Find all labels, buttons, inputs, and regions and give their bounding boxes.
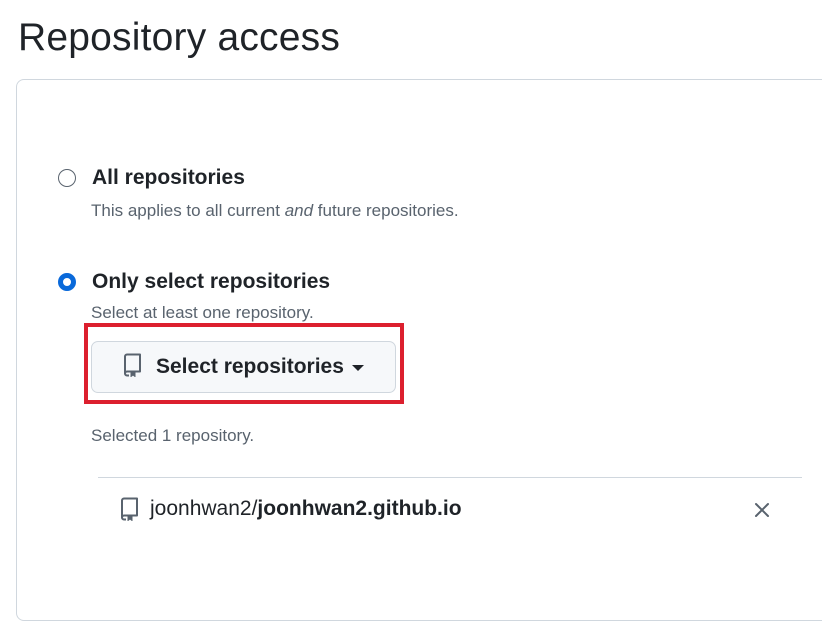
repo-name: joonhwan2.github.io — [257, 497, 462, 520]
description-emphasis: and — [284, 201, 314, 220]
repo-icon — [119, 497, 139, 526]
option-only-select-repositories[interactable]: Only select repositories — [58, 270, 330, 294]
list-item: joonhwan2/joonhwan2.github.io — [98, 478, 802, 542]
description-suffix: future repositories. — [313, 201, 459, 220]
selected-count: Selected 1 repository. — [91, 426, 255, 445]
select-repositories-button[interactable]: Select repositories — [91, 341, 396, 393]
radio-only-select-repositories[interactable] — [58, 273, 76, 291]
option-only-select-repositories-label[interactable]: Only select repositories — [92, 270, 330, 294]
repo-owner: joonhwan2/ — [150, 497, 258, 520]
description-prefix: This applies to all current — [91, 201, 285, 220]
caret-down-icon — [351, 365, 364, 371]
close-icon — [755, 503, 769, 517]
option-all-repositories-description: This applies to all current and future r… — [91, 201, 459, 221]
repo-icon — [122, 353, 142, 382]
repo-full-name: joonhwan2/joonhwan2.github.io — [150, 497, 462, 521]
option-only-select-repositories-description: Select at least one repository. — [91, 303, 314, 322]
option-all-repositories-label[interactable]: All repositories — [92, 166, 245, 190]
select-repositories-label: Select repositories — [156, 355, 344, 378]
remove-repo-button[interactable] — [750, 498, 774, 522]
selected-repo-list: joonhwan2/joonhwan2.github.io — [98, 477, 802, 542]
page-title: Repository access — [18, 16, 341, 59]
option-all-repositories[interactable]: All repositories — [58, 166, 245, 190]
radio-all-repositories[interactable] — [58, 169, 76, 187]
